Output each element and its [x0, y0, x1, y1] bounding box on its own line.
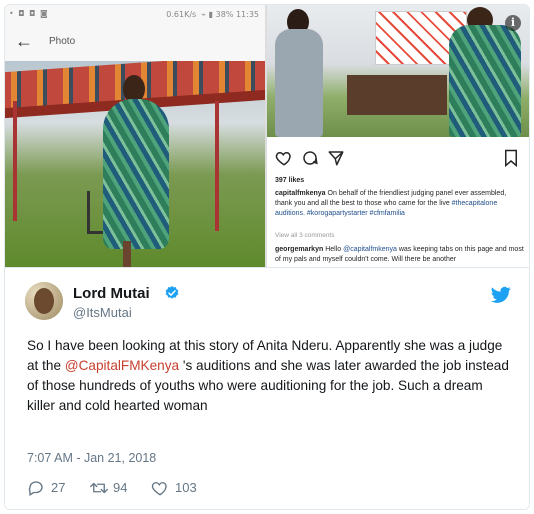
- tent-pole: [13, 101, 17, 221]
- comment-text-1: Hello: [325, 246, 342, 253]
- instagram-comment: georgemarkyn Hello @capitalfmkenya was k…: [275, 245, 525, 265]
- tweet-media[interactable]: • ◘ ◘ ◙ 0.61K/s ⌁ ▮ 38% 11:35 ← Photo i …: [5, 5, 529, 267]
- avatar[interactable]: [25, 282, 63, 320]
- status-speed: 0.61K/s: [166, 10, 197, 19]
- caption-username[interactable]: capitalfmkenya: [275, 190, 326, 197]
- photo-title: Photo: [49, 36, 76, 47]
- verified-badge-icon: [165, 286, 179, 299]
- tweet-mention[interactable]: @CapitalFMKenya: [65, 358, 179, 373]
- woman-dress: [449, 25, 521, 137]
- tweet-actions: 27 94 103: [27, 478, 327, 498]
- photo-woman-under-tent: [5, 61, 265, 267]
- user-handle[interactable]: @ItsMutai: [73, 305, 132, 320]
- send-icon[interactable]: [327, 149, 345, 167]
- avatar-face: [34, 288, 54, 314]
- instagram-likes: 397 likes: [275, 177, 305, 184]
- tweet-text: So I have been looking at this story of …: [27, 336, 513, 416]
- media-image-left[interactable]: • ◘ ◘ ◙ 0.61K/s ⌁ ▮ 38% 11:35 ← Photo: [5, 5, 265, 267]
- info-icon[interactable]: i: [505, 15, 521, 31]
- woman-dress: [103, 99, 169, 249]
- comment-icon[interactable]: [301, 149, 319, 167]
- comment-username[interactable]: georgemarkyn: [275, 246, 323, 253]
- heart-outline-icon[interactable]: [275, 149, 293, 167]
- retweet-icon: [90, 482, 108, 494]
- tent-pole: [215, 101, 219, 231]
- tweet-timestamp[interactable]: 7:07 AM - Jan 21, 2018: [27, 451, 156, 465]
- instagram-actions: [275, 149, 525, 171]
- retweet-count: 94: [113, 480, 128, 495]
- comment-mention[interactable]: @capitalfmkenya: [343, 246, 397, 253]
- back-arrow-icon[interactable]: ←: [15, 31, 33, 52]
- instagram-caption: capitalfmkenya On behalf of the friendli…: [275, 189, 525, 219]
- photo-judges-panel: i: [267, 5, 529, 137]
- like-icon: [151, 482, 167, 496]
- judges-table: [347, 75, 447, 115]
- phone-status-bar: • ◘ ◘ ◙ 0.61K/s ⌁ ▮ 38% 11:35: [5, 5, 265, 23]
- reply-icon: [28, 481, 43, 496]
- instagram-post-footer: 397 likes capitalfmkenya On behalf of th…: [267, 139, 529, 267]
- tweet-card: • ◘ ◘ ◙ 0.61K/s ⌁ ▮ 38% 11:35 ← Photo i …: [4, 4, 530, 510]
- media-image-right[interactable]: i 397 likes capitalfmkenya On behalf of …: [267, 5, 529, 267]
- woman-leg: [123, 241, 131, 267]
- person-body: [275, 29, 323, 137]
- view-all-comments[interactable]: View all 3 comments: [275, 232, 335, 239]
- status-icons-left: • ◘ ◘ ◙: [9, 9, 49, 18]
- status-time: 11:35: [235, 10, 259, 19]
- like-count: 103: [175, 480, 197, 495]
- bookmark-icon[interactable]: [503, 149, 519, 167]
- status-battery: 38%: [215, 10, 234, 19]
- photo-app-bar: ← Photo: [5, 23, 265, 61]
- status-icons-right: 0.61K/s ⌁ ▮ 38% 11:35: [166, 10, 259, 19]
- twitter-bird-icon[interactable]: [491, 286, 511, 304]
- tweet-body: Lord Mutai @ItsMutai So I have been look…: [5, 267, 529, 509]
- reply-count: 27: [51, 480, 66, 495]
- display-name[interactable]: Lord Mutai: [73, 285, 150, 302]
